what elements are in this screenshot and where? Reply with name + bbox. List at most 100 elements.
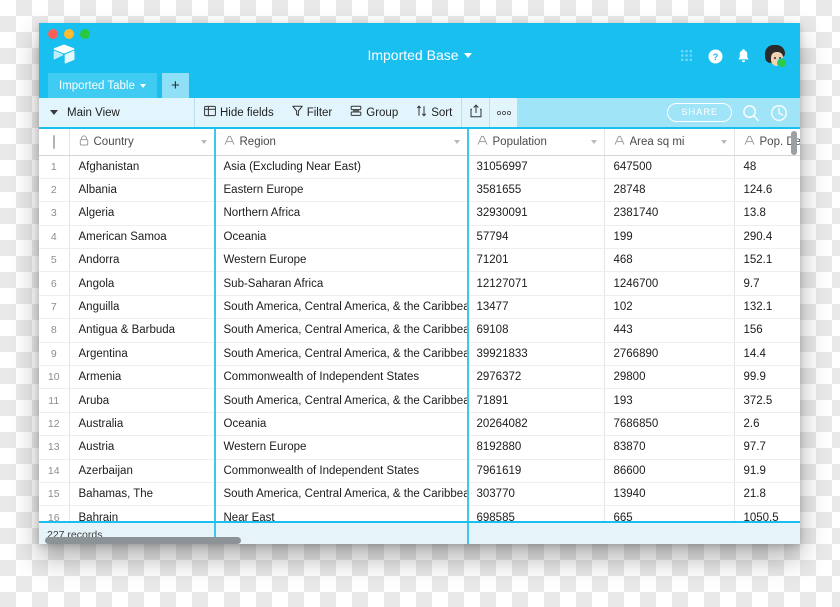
cell-region[interactable]: Northern Africa — [214, 201, 468, 226]
history-icon[interactable] — [770, 104, 788, 122]
chevron-down-icon[interactable] — [200, 139, 207, 144]
cell-region[interactable]: Oceania — [214, 412, 468, 437]
cell-country[interactable]: Armenia — [69, 365, 215, 390]
cell-region[interactable]: South America, Central America, & the Ca… — [214, 318, 468, 343]
share-export-button[interactable] — [462, 98, 489, 127]
more-options-button[interactable] — [490, 98, 517, 127]
cell-country[interactable]: Andorra — [69, 248, 215, 273]
cell-pop-density[interactable]: 97.7 — [734, 435, 800, 460]
cell-population[interactable]: 303770 — [467, 482, 605, 507]
cell-area[interactable]: 7686850 — [604, 412, 735, 437]
vertical-scrollbar-thumb[interactable] — [791, 131, 797, 155]
column-header-area[interactable]: Area sq mi — [604, 129, 735, 156]
apps-grid-icon[interactable] — [681, 49, 694, 63]
cell-country[interactable]: American Samoa — [69, 225, 215, 250]
share-button[interactable]: SHARE — [667, 103, 732, 122]
cell-region[interactable]: South America, Central America, & the Ca… — [214, 388, 468, 413]
cell-country[interactable]: Anguilla — [69, 295, 215, 320]
column-header-region[interactable]: Region — [214, 129, 468, 156]
data-grid[interactable]: Country Region Population Area sq mi Pop… — [39, 127, 800, 523]
cell-country[interactable]: Aruba — [69, 388, 215, 413]
cell-region[interactable]: Commonwealth of Independent States — [214, 365, 468, 390]
cell-region[interactable]: Commonwealth of Independent States — [214, 459, 468, 483]
cell-population[interactable]: 39921833 — [467, 342, 605, 367]
help-icon[interactable]: ? — [708, 49, 723, 64]
cell-population[interactable]: 13477 — [467, 295, 605, 320]
table-tab-imported-table[interactable]: Imported Table — [48, 73, 157, 98]
cell-region[interactable]: Sub-Saharan Africa — [214, 271, 468, 296]
avatar[interactable] — [764, 45, 787, 68]
filter-button[interactable]: Filter — [283, 98, 342, 127]
cell-pop-density[interactable]: 132.1 — [734, 295, 800, 320]
cell-population[interactable]: 8192880 — [467, 435, 605, 460]
chevron-down-icon[interactable] — [453, 139, 460, 144]
table-row[interactable]: 12 Australia Oceania 20264082 7686850 2.6 — [39, 412, 800, 437]
chevron-down-icon[interactable] — [590, 139, 597, 144]
cell-region[interactable]: Western Europe — [214, 435, 468, 460]
cell-population[interactable]: 57794 — [467, 225, 605, 250]
cell-pop-density[interactable]: 14.4 — [734, 342, 800, 367]
cell-population[interactable]: 31056997 — [467, 155, 605, 179]
cell-country[interactable]: Albania — [69, 178, 215, 203]
group-button[interactable]: Group — [341, 98, 407, 127]
cell-country[interactable]: Australia — [69, 412, 215, 437]
cell-pop-density[interactable]: 91.9 — [734, 459, 800, 483]
cell-region[interactable]: Eastern Europe — [214, 178, 468, 203]
table-row[interactable]: 15 Bahamas, The South America, Central Ame… — [39, 482, 800, 507]
cell-population[interactable]: 71201 — [467, 248, 605, 273]
table-row[interactable]: 8 Antigua & Barbuda South America, Central… — [39, 318, 800, 343]
cell-country[interactable]: Austria — [69, 435, 215, 460]
cell-area[interactable]: 13940 — [604, 482, 735, 507]
cell-population[interactable]: 3581655 — [467, 178, 605, 203]
view-selector[interactable]: Main View — [39, 98, 194, 127]
cell-area[interactable]: 2766890 — [604, 342, 735, 367]
cell-region[interactable]: Western Europe — [214, 248, 468, 273]
table-row[interactable]: 2 Albania Eastern Europe 3581655 28748 124.6 — [39, 178, 800, 203]
cell-area[interactable]: 28748 — [604, 178, 735, 203]
cell-area[interactable]: 468 — [604, 248, 735, 273]
cell-area[interactable]: 199 — [604, 225, 735, 250]
sort-button[interactable]: Sort — [407, 98, 461, 127]
table-row[interactable]: 14 Azerbaijan Commonwealth of Independent … — [39, 459, 800, 483]
close-button[interactable] — [48, 29, 58, 39]
cell-pop-density[interactable]: 99.9 — [734, 365, 800, 390]
table-row[interactable]: 5 Andorra Western Europe 71201 468 152.1 — [39, 248, 800, 273]
table-row[interactable]: 9 Argentina South America, Central America… — [39, 342, 800, 367]
table-row[interactable]: 4 American Samoa Oceania 57794 199 290.4 — [39, 225, 800, 250]
cell-area[interactable]: 86600 — [604, 459, 735, 483]
cell-pop-density[interactable]: 48 — [734, 155, 800, 179]
table-row[interactable]: 7 Anguilla South America, Central America,… — [39, 295, 800, 320]
cell-population[interactable]: 69108 — [467, 318, 605, 343]
cell-population[interactable]: 7961619 — [467, 459, 605, 483]
cell-pop-density[interactable]: 372.5 — [734, 388, 800, 413]
cell-area[interactable]: 83870 — [604, 435, 735, 460]
horizontal-scrollbar[interactable] — [45, 537, 794, 544]
zoom-button[interactable] — [80, 29, 90, 39]
cell-pop-density[interactable]: 9.7 — [734, 271, 800, 296]
column-header-population[interactable]: Population — [467, 129, 605, 156]
bell-icon[interactable] — [737, 48, 750, 64]
table-row[interactable]: 11 Aruba South America, Central America, &… — [39, 388, 800, 413]
cell-country[interactable]: Afghanistan — [69, 155, 215, 179]
cell-population[interactable]: 2976372 — [467, 365, 605, 390]
column-header-country[interactable]: Country — [69, 129, 215, 156]
cell-area[interactable]: 2381740 — [604, 201, 735, 226]
cell-pop-density[interactable]: 13.8 — [734, 201, 800, 226]
cell-country[interactable]: Angola — [69, 271, 215, 296]
cell-pop-density[interactable]: 21.8 — [734, 482, 800, 507]
cell-pop-density[interactable]: 2.6 — [734, 412, 800, 437]
add-table-button[interactable]: + — [161, 73, 189, 98]
cell-region[interactable]: South America, Central America, & the Ca… — [214, 342, 468, 367]
cell-pop-density[interactable]: 156 — [734, 318, 800, 343]
cell-country[interactable]: Argentina — [69, 342, 215, 367]
cell-population[interactable]: 12127071 — [467, 271, 605, 296]
table-row[interactable]: 13 Austria Western Europe 8192880 83870 97.7 — [39, 435, 800, 460]
cell-region[interactable]: South America, Central America, & the Ca… — [214, 295, 468, 320]
cell-area[interactable]: 647500 — [604, 155, 735, 179]
minimize-button[interactable] — [64, 29, 74, 39]
search-icon[interactable] — [742, 104, 760, 122]
cell-population[interactable]: 71891 — [467, 388, 605, 413]
cell-area[interactable]: 443 — [604, 318, 735, 343]
select-all-checkbox[interactable] — [52, 134, 55, 149]
table-row[interactable]: 10 Armenia Commonwealth of Independent Sta… — [39, 365, 800, 390]
